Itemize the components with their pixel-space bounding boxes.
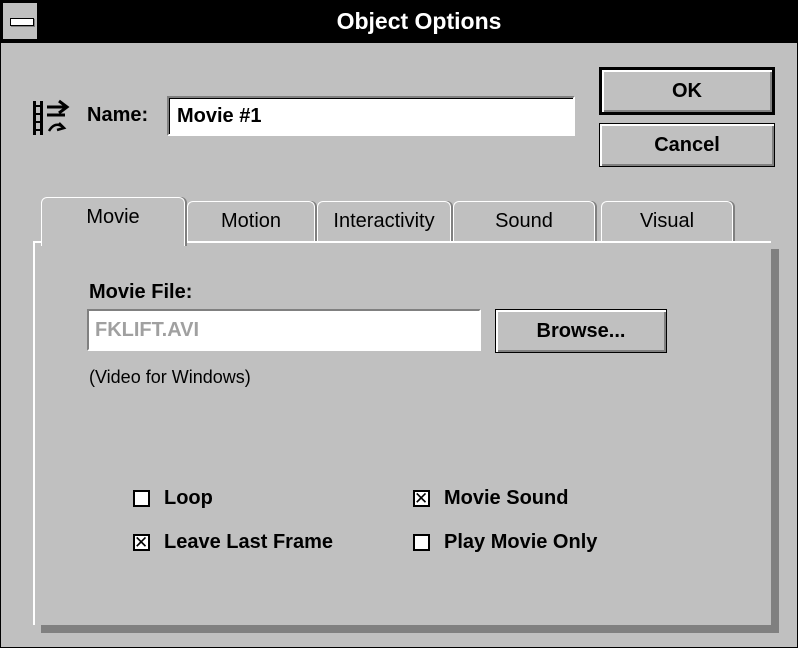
checkbox-box[interactable]: ✕ [413,489,430,508]
ok-button[interactable]: OK [599,67,775,115]
name-label: Name: [87,104,149,126]
object-options-dialog: Object Options Name: OK Cancel Visual So… [0,0,798,648]
file-type-note: (Video for Windows) [89,367,251,387]
tab-visual[interactable]: Visual [601,201,733,244]
window-title: Object Options [336,8,502,34]
movie-file-label: Movie File: [89,281,193,303]
tab-strip: Visual Sound Interactivity Motion Movie [33,197,769,246]
tab-interactivity[interactable]: Interactivity [317,201,451,244]
loop-checkbox[interactable]: Loop [133,487,213,510]
leave-last-frame-checkbox[interactable]: ✕ Leave Last Frame [133,531,333,554]
tab-sound[interactable]: Sound [453,201,595,244]
movie-file-field: FKLIFT.AVI [87,309,481,351]
name-field[interactable] [167,96,575,136]
cancel-button[interactable]: Cancel [599,123,775,167]
checkbox-box[interactable] [413,534,430,551]
movie-file-value: FKLIFT.AVI [95,319,200,341]
name-input[interactable] [169,98,573,134]
system-menu-icon[interactable] [3,3,39,39]
checkbox-box[interactable] [133,490,150,507]
check-mark-icon: ✕ [134,533,149,552]
check-mark-icon: ✕ [414,489,429,508]
panel-shadow [41,625,779,633]
panel-shadow [771,249,779,629]
play-movie-only-checkbox[interactable]: Play Movie Only [413,531,597,554]
checkbox-box[interactable]: ✕ [133,533,150,552]
title-bar: Object Options [1,1,797,43]
tab-motion[interactable]: Motion [187,201,315,244]
movie-sound-checkbox[interactable]: ✕ Movie Sound [413,487,568,510]
movie-object-icon [33,99,70,135]
tab-movie[interactable]: Movie [41,197,185,246]
browse-button[interactable]: Browse... [495,309,667,353]
